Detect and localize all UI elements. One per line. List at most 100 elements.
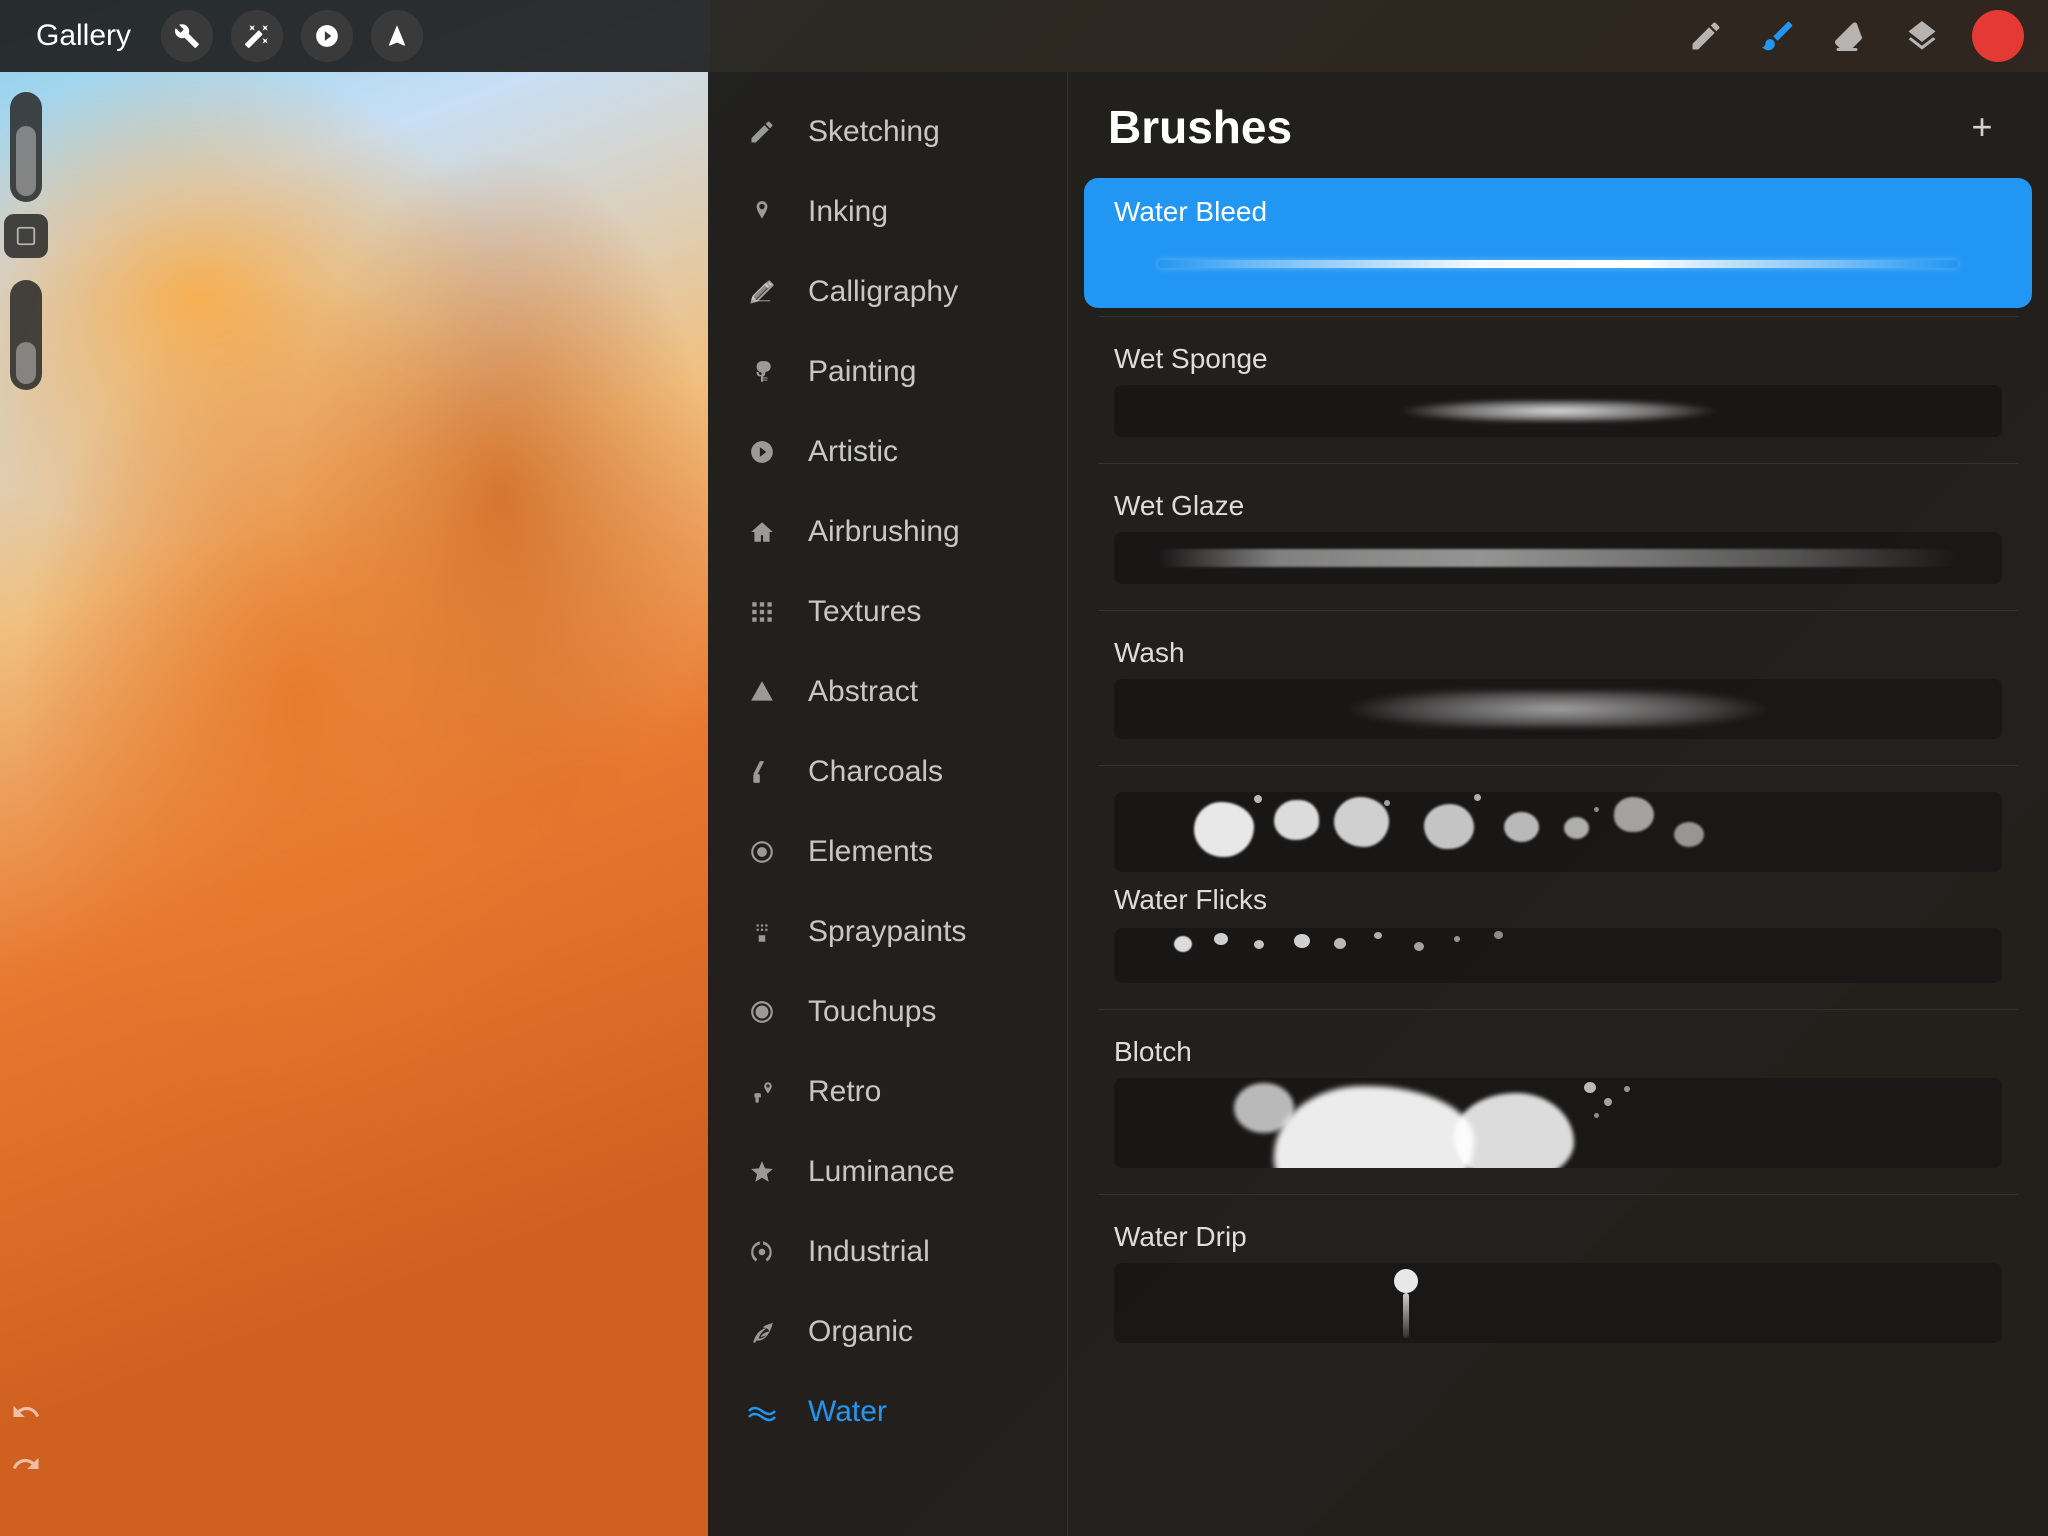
- retro-icon: [744, 1074, 780, 1110]
- luminance-label: Luminance: [808, 1155, 955, 1189]
- brush-wet-sponge[interactable]: Wet Sponge: [1084, 325, 2032, 455]
- brush-wet-sponge-preview: [1114, 385, 2002, 437]
- brush-water-flicks[interactable]: [1084, 924, 2032, 1001]
- mist-preview: [1114, 792, 2002, 872]
- brush-mist-area[interactable]: [1084, 774, 2032, 872]
- brush-wash-preview: [1114, 679, 2002, 739]
- brush-wash[interactable]: Wash: [1084, 619, 2032, 757]
- wet-glaze-stroke: [1158, 549, 1957, 567]
- category-industrial[interactable]: Industrial: [708, 1212, 1067, 1292]
- category-inking[interactable]: Inking: [708, 172, 1067, 252]
- luminance-icon: [744, 1154, 780, 1190]
- brush-wet-sponge-name: Wet Sponge: [1114, 343, 2002, 375]
- category-spraypaints[interactable]: Spraypaints: [708, 892, 1067, 972]
- sketching-label: Sketching: [808, 115, 940, 149]
- water-label: Water: [808, 1395, 887, 1429]
- inking-icon: [744, 194, 780, 230]
- brushes-panel-title: Brushes: [1108, 100, 1292, 154]
- pen-tool-button[interactable]: [1684, 14, 1728, 58]
- category-sketching[interactable]: Sketching: [708, 92, 1067, 172]
- category-charcoals[interactable]: Charcoals: [708, 732, 1067, 812]
- wash-stroke: [1203, 691, 1913, 727]
- undo-button[interactable]: [4, 1390, 48, 1434]
- color-picker-button[interactable]: [1972, 10, 2024, 62]
- textures-icon: [744, 594, 780, 630]
- category-painting[interactable]: Painting: [708, 332, 1067, 412]
- divider-4: [1098, 765, 2018, 766]
- category-artistic[interactable]: Artistic: [708, 412, 1067, 492]
- spraypaints-icon: [744, 914, 780, 950]
- brush-blotch-preview: [1114, 1078, 2002, 1168]
- category-textures[interactable]: Textures: [708, 572, 1067, 652]
- abstract-icon: [744, 674, 780, 710]
- category-abstract[interactable]: Abstract: [708, 652, 1067, 732]
- redo-button[interactable]: [4, 1442, 48, 1486]
- divider-6: [1098, 1194, 2018, 1195]
- brush-tool-button[interactable]: [1756, 14, 1800, 58]
- category-airbrushing[interactable]: Airbrushing: [708, 492, 1067, 572]
- category-luminance[interactable]: Luminance: [708, 1132, 1067, 1212]
- category-water[interactable]: Water: [708, 1372, 1067, 1452]
- divider-1: [1098, 316, 2018, 317]
- water-icon: [744, 1394, 780, 1430]
- retro-label: Retro: [808, 1075, 881, 1109]
- category-organic[interactable]: Organic: [708, 1292, 1067, 1372]
- selection-button[interactable]: [301, 10, 353, 62]
- add-brush-button[interactable]: +: [1956, 101, 2008, 153]
- textures-label: Textures: [808, 595, 921, 629]
- airbrushing-label: Airbrushing: [808, 515, 960, 549]
- brushes-panel: Sketching Inking Calligraphy: [708, 72, 2048, 1536]
- industrial-label: Industrial: [808, 1235, 930, 1269]
- opacity-slider[interactable]: [10, 92, 42, 202]
- calligraphy-icon: [744, 274, 780, 310]
- category-elements[interactable]: Elements: [708, 812, 1067, 892]
- wrench-button[interactable]: [161, 10, 213, 62]
- brush-blotch[interactable]: Blotch: [1084, 1018, 2032, 1186]
- brushes-header: Brushes +: [1068, 72, 2048, 174]
- artistic-label: Artistic: [808, 435, 898, 469]
- brush-wash-name: Wash: [1114, 637, 2002, 669]
- category-touchups[interactable]: Touchups: [708, 972, 1067, 1052]
- divider-5: [1098, 1009, 2018, 1010]
- undo-redo-group: [4, 1390, 48, 1516]
- spraypaints-label: Spraypaints: [808, 915, 966, 949]
- brush-water-drip-name: Water Drip: [1114, 1221, 2002, 1253]
- brush-water-flicks-preview: [1114, 928, 2002, 983]
- organic-icon: [744, 1314, 780, 1350]
- toolbar-left: Gallery: [24, 10, 1684, 62]
- size-slider[interactable]: [10, 280, 42, 390]
- gallery-button[interactable]: Gallery: [24, 11, 143, 61]
- transform-button[interactable]: [371, 10, 423, 62]
- industrial-icon: [744, 1234, 780, 1270]
- elements-label: Elements: [808, 835, 933, 869]
- top-toolbar: Gallery: [0, 0, 2048, 72]
- brush-water-bleed[interactable]: Water Bleed: [1084, 178, 2032, 308]
- category-calligraphy[interactable]: Calligraphy: [708, 252, 1067, 332]
- water-flicks-name: Water Flicks: [1114, 884, 1267, 915]
- layer-square[interactable]: [4, 214, 48, 258]
- category-list: Sketching Inking Calligraphy: [708, 72, 1068, 1536]
- touchups-label: Touchups: [808, 995, 936, 1029]
- organic-label: Organic: [808, 1315, 913, 1349]
- painting-icon: [744, 354, 780, 390]
- toolbar-right: [1684, 10, 2024, 62]
- category-retro[interactable]: Retro: [708, 1052, 1067, 1132]
- eraser-tool-button[interactable]: [1828, 14, 1872, 58]
- charcoals-label: Charcoals: [808, 755, 943, 789]
- brush-list: Brushes + Water Bleed Wet Sponge Wet Gla…: [1068, 72, 2048, 1536]
- opacity-fill: [16, 126, 36, 196]
- inking-label: Inking: [808, 195, 888, 229]
- sketching-icon: [744, 114, 780, 150]
- brush-wet-glaze-name: Wet Glaze: [1114, 490, 2002, 522]
- elements-icon: [744, 834, 780, 870]
- magic-wand-button[interactable]: [231, 10, 283, 62]
- brush-water-drip-preview: [1114, 1263, 2002, 1343]
- abstract-label: Abstract: [808, 675, 918, 709]
- layers-button[interactable]: [1900, 14, 1944, 58]
- size-fill: [16, 342, 36, 384]
- brush-wet-glaze-preview: [1114, 532, 2002, 584]
- brush-wet-glaze[interactable]: Wet Glaze: [1084, 472, 2032, 602]
- divider-3: [1098, 610, 2018, 611]
- brush-water-drip[interactable]: Water Drip: [1084, 1203, 2032, 1361]
- charcoals-icon: [744, 754, 780, 790]
